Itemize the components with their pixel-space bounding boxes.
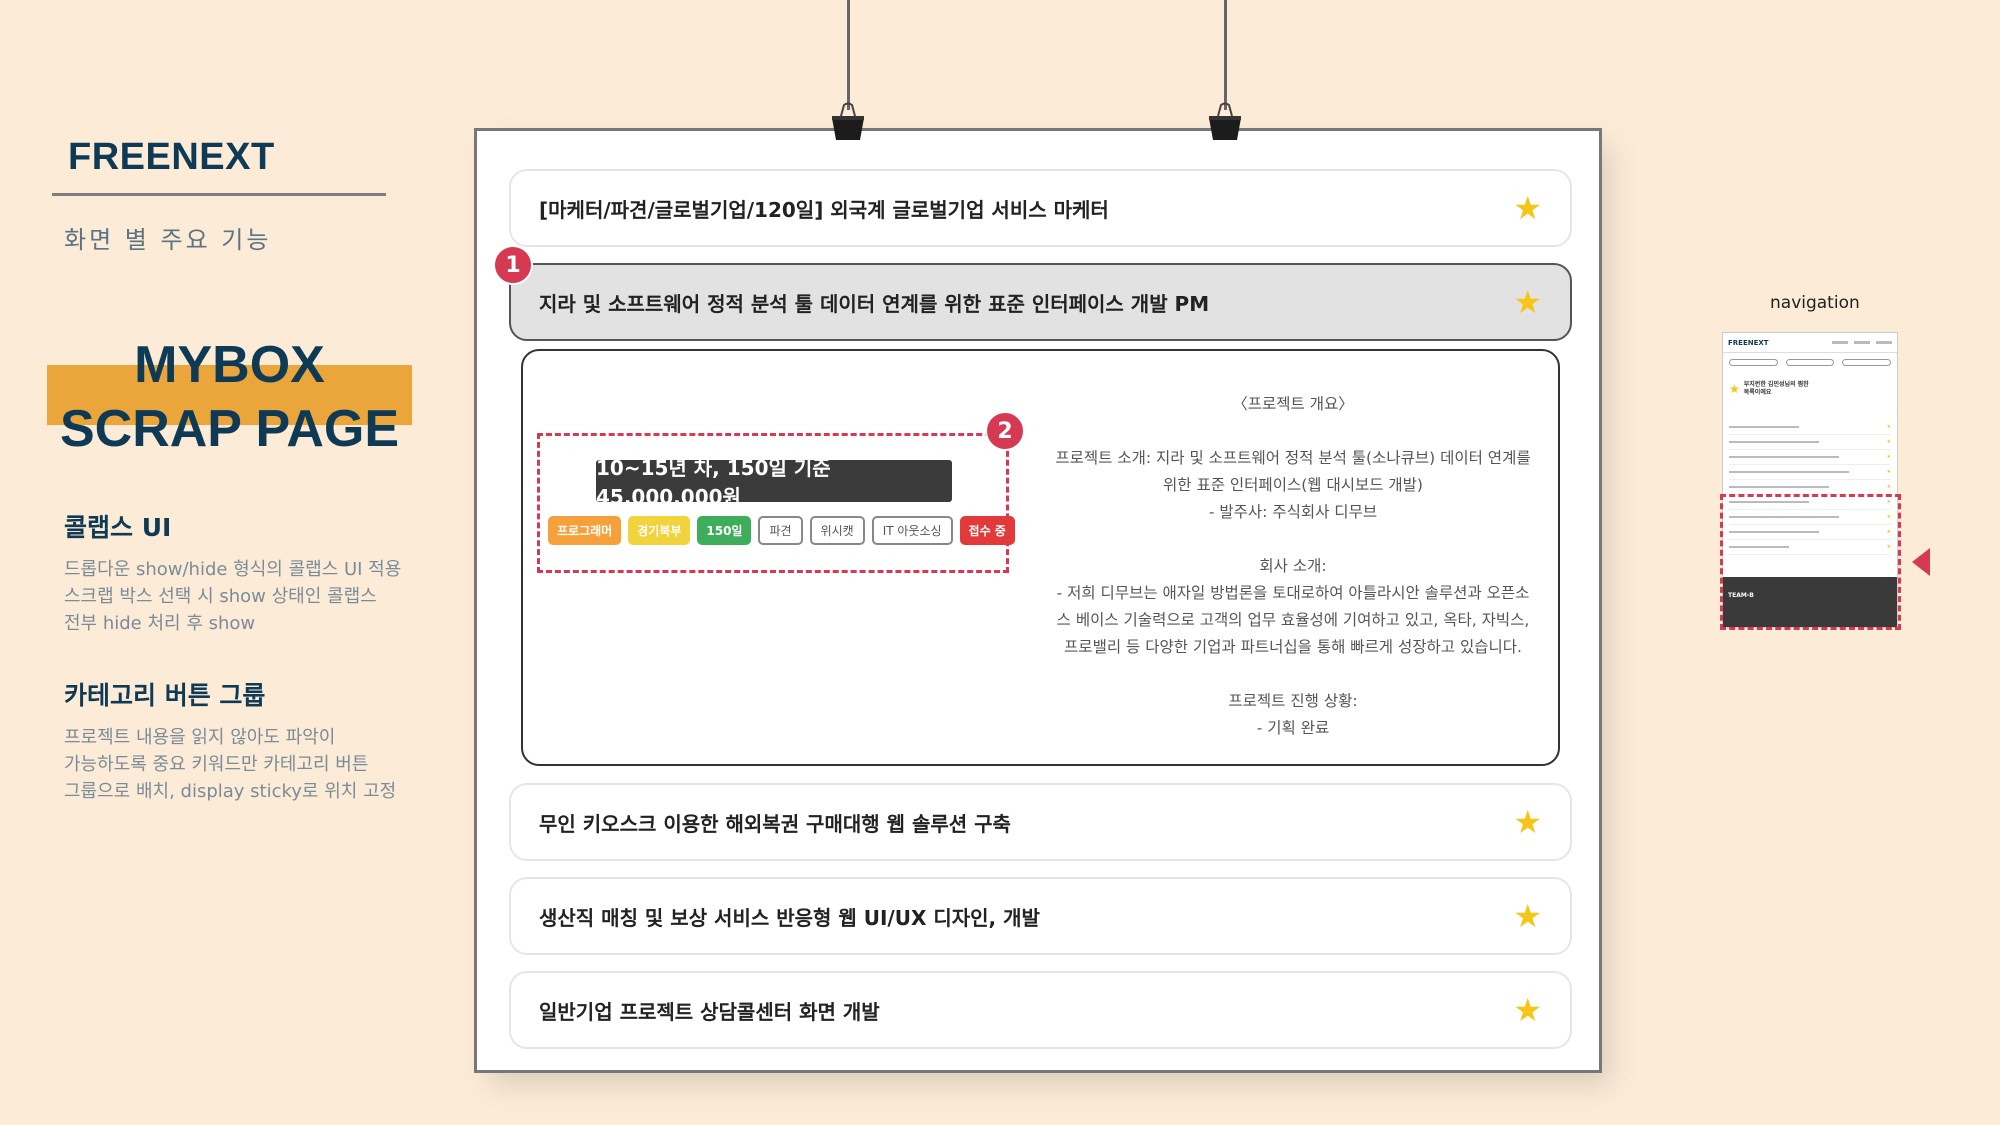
mini-logo: FREENEXT (1728, 338, 1769, 347)
feature-body: 프로젝트 내용을 읽지 않아도 파악이 가능하도록 중요 키워드만 카테고리 버… (64, 727, 397, 802)
category-tag[interactable]: 경기북부 (628, 516, 691, 545)
category-button-group: 프로그래머 경기북부 150일 파견 위시캣 IT 아웃소싱 접수 중 (548, 516, 1015, 545)
collapse-detail-panel: 10~15년 차, 150일 기준 45,000,000원 프로그래머 경기북부… (521, 349, 1560, 766)
feature-heading: 콜랩스 UI (64, 513, 172, 542)
scrap-card-active[interactable]: 지라 및 소프트웨어 정적 분석 툴 데이터 연계를 위한 표준 인터페이스 개… (509, 263, 1572, 341)
company-line: 스 베이스 기술력으로 고객의 업무 효율성에 기여하고 있고, 옥타, 자빅스… (1056, 611, 1530, 629)
feature-collapse-ui: 콜랩스 UI 드롭다운 show/hide 형식의 콜랩스 UI 적용 스크랩 … (64, 508, 484, 637)
scrap-card[interactable]: [마케터/파견/글로벌기업/120일] 외국계 글로벌기업 서비스 마케터 ★ (509, 169, 1572, 247)
scrap-board: [마케터/파견/글로벌기업/120일] 외국계 글로벌기업 서비스 마케터 ★ … (474, 128, 1602, 1073)
mini-list-row: ★ (1729, 450, 1891, 465)
mini-list-row: ★ (1729, 465, 1891, 480)
price-label: 10~15년 차, 150일 기준 45,000,000원 (596, 456, 952, 509)
star-icon[interactable]: ★ (1513, 900, 1542, 932)
star-icon: ★ (1729, 382, 1740, 396)
section-subtitle: 화면 별 주요 기능 (64, 226, 272, 254)
annotation-badge-1: 1 (493, 245, 533, 285)
star-icon[interactable]: ★ (1513, 994, 1542, 1026)
scrap-card-title: [마케터/파견/글로벌기업/120일] 외국계 글로벌기업 서비스 마케터 (539, 197, 1109, 222)
mini-menu (1832, 341, 1892, 344)
mini-list-row: ★ (1729, 435, 1891, 450)
company-line: 프로밸리 등 다양한 기업과 파트너십을 통해 빠르게 성장하고 있습니다. (1064, 638, 1522, 656)
navigation-highlight-box (1720, 494, 1901, 630)
mini-list-row: ★ (1729, 420, 1891, 435)
intro-line: 위한 표준 인터페이스(웹 대시보드 개발) (1163, 476, 1423, 494)
status-value: - 기획 완료 (1256, 719, 1330, 737)
page-title-line1: MYBOX (134, 336, 325, 394)
category-highlight-box: 10~15년 차, 150일 기준 45,000,000원 프로그래머 경기북부… (537, 433, 1015, 573)
overview-title: 〈프로젝트 개요〉 (1232, 395, 1354, 413)
star-icon[interactable]: ★ (1513, 286, 1542, 318)
star-icon[interactable]: ★ (1513, 192, 1542, 224)
status-title: 프로젝트 진행 상황: (1228, 692, 1358, 710)
category-tag[interactable]: IT 아웃소싱 (871, 516, 953, 545)
hanging-wire-left (847, 0, 850, 110)
scrap-card[interactable]: 무인 키오스크 이용한 해외복권 구매대행 웹 솔루션 구축 ★ (509, 783, 1572, 861)
status-tag[interactable]: 접수 중 (959, 516, 1015, 545)
mini-tabs (1723, 353, 1897, 372)
navigation-label: navigation (1770, 293, 1860, 313)
annotation-badge-2: 2 (985, 411, 1025, 451)
page-title-line2: SCRAP PAGE (59, 400, 400, 458)
mini-header: FREENEXT (1723, 333, 1897, 353)
category-tag[interactable]: 프로그래머 (548, 516, 622, 545)
scrap-card[interactable]: 생산직 매칭 및 보상 서비스 반응형 웹 UI/UX 디자인, 개발 ★ (509, 877, 1572, 955)
client-line: - 발주사: 주식회사 디무브 (1208, 503, 1378, 521)
category-tag[interactable]: 150일 (697, 516, 752, 545)
hanging-wire-right (1224, 0, 1227, 110)
feature-category-buttons: 카테고리 버튼 그룹 프로젝트 내용을 읽지 않아도 파악이 가능하도록 중요 … (64, 676, 484, 805)
intro-line: 프로젝트 소개: 지라 및 소프트웨어 정적 분석 툴(소나큐브) 데이터 연계… (1055, 449, 1531, 467)
project-description: 〈프로젝트 개요〉 프로젝트 소개: 지라 및 소프트웨어 정적 분석 툴(소나… (1043, 391, 1543, 742)
feature-heading: 카테고리 버튼 그룹 (64, 681, 266, 710)
binder-clip-icon (1209, 102, 1241, 140)
mini-list-row: ★ (1729, 480, 1891, 495)
star-icon[interactable]: ★ (1513, 806, 1542, 838)
feature-body: 드롭다운 show/hide 형식의 콜랩스 UI 적용 스크랩 박스 선택 시… (64, 559, 402, 634)
scrap-card-title: 일반기업 프로젝트 상담콜센터 화면 개발 (539, 999, 880, 1024)
brand-logo: FREENEXT (68, 136, 275, 178)
triangle-left-icon (1912, 548, 1930, 576)
mini-banner-text: 부지런한 김민성님의 찜한 목록이에요 (1743, 381, 1809, 396)
scrap-card[interactable]: 일반기업 프로젝트 상담콜센터 화면 개발 ★ (509, 971, 1572, 1049)
scrap-card-title: 무인 키오스크 이용한 해외복권 구매대행 웹 솔루션 구축 (539, 811, 1011, 836)
category-tag[interactable]: 위시캣 (809, 516, 865, 545)
company-line: - 저희 디무브는 애자일 방법론을 토대로하여 아틀라시안 솔루션과 오픈소 (1056, 584, 1530, 602)
mini-banner: ★ 부지런한 김민성님의 찜한 목록이에요 (1729, 374, 1891, 404)
brand-divider (52, 193, 386, 196)
binder-clip-icon (832, 102, 864, 140)
scrap-card-title: 지라 및 소프트웨어 정적 분석 툴 데이터 연계를 위한 표준 인터페이스 개… (539, 291, 1210, 316)
company-title: 회사 소개: (1259, 557, 1327, 575)
scrap-card-title: 생산직 매칭 및 보상 서비스 반응형 웹 UI/UX 디자인, 개발 (539, 905, 1040, 930)
page-title: MYBOX SCRAP PAGE (47, 333, 412, 461)
category-tag[interactable]: 파견 (758, 516, 803, 545)
